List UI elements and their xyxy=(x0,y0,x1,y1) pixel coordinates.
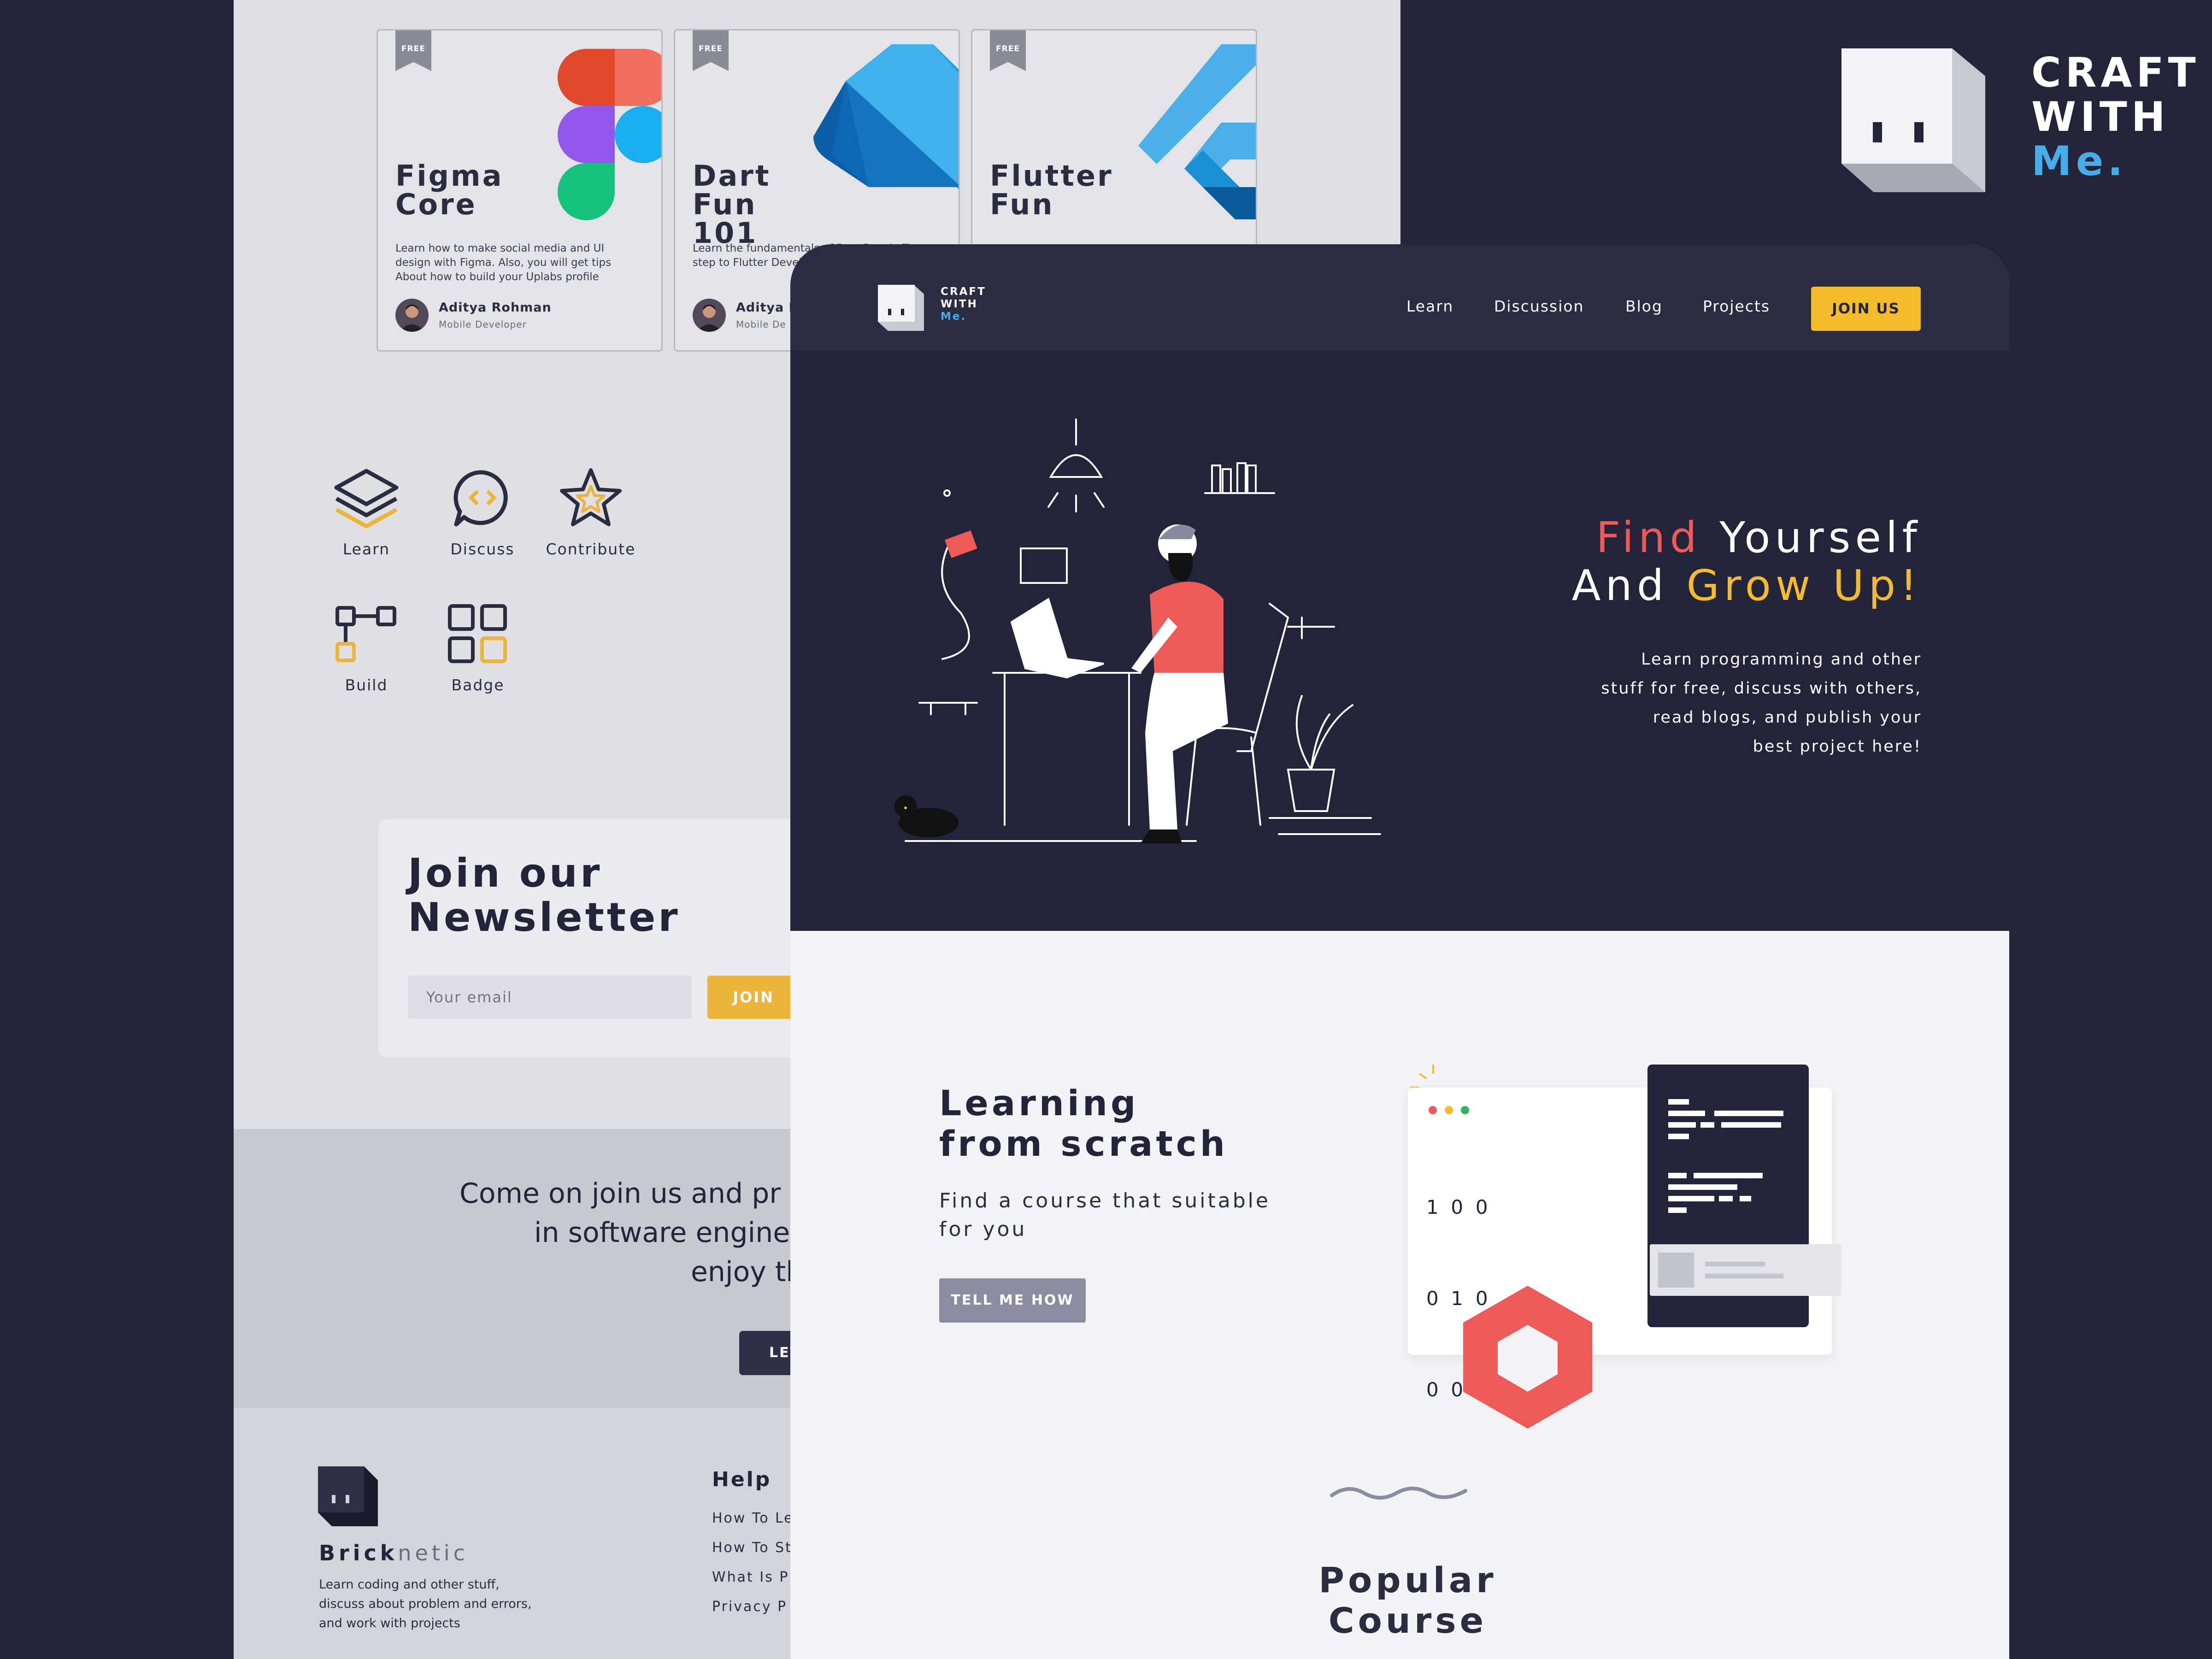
hero-title: Find Yourself And Grow Up! xyxy=(1571,513,1922,610)
free-badge: FREE xyxy=(693,30,729,71)
hero-section: Find Yourself And Grow Up! Learn program… xyxy=(790,350,2009,931)
grid-icon xyxy=(448,604,507,663)
avatar xyxy=(693,299,726,332)
developer-illustration xyxy=(894,418,1381,843)
course-title: Figma Core xyxy=(395,159,504,221)
author-role: Mobile De xyxy=(736,319,786,330)
window-dot-red xyxy=(1429,1106,1437,1114)
preview-card xyxy=(1650,1244,1841,1296)
dart-logo-icon xyxy=(813,44,959,189)
join-us-button[interactable]: JOIN US xyxy=(1811,287,1921,331)
craft-with-me-logo-icon xyxy=(1841,48,1985,192)
feature-learn[interactable]: Learn xyxy=(316,465,417,558)
cta-text-line: Come on join us and pr xyxy=(459,1177,781,1210)
nav-logo-icon[interactable] xyxy=(878,285,924,331)
bricknetic-logo-icon xyxy=(318,1466,378,1526)
preview-thumbnail xyxy=(1658,1253,1694,1288)
course-card-figma[interactable]: FREE Figma Core Learn how to make social… xyxy=(377,29,663,352)
hexagon-icon xyxy=(1463,1286,1592,1429)
free-badge: FREE xyxy=(990,30,1026,71)
feature-label: Learn xyxy=(342,540,390,558)
preview-line xyxy=(1705,1262,1765,1266)
feature-label: Discuss xyxy=(450,540,515,558)
layers-icon xyxy=(334,469,399,529)
learning-illustration: 1 0 0 0 1 0 0 0 1 xyxy=(1408,1065,1841,1429)
nav-wordmark[interactable]: CRAFT WITH Me. xyxy=(941,286,986,323)
course-title: Dart Fun 101 xyxy=(693,159,771,250)
navbar: CRAFT WITH Me. Learn Discussion Blog Pro… xyxy=(790,244,2009,350)
chat-code-icon xyxy=(453,470,508,527)
window-dot-yellow xyxy=(1445,1106,1453,1114)
brand-wordmark: CRAFT WITH Me. xyxy=(2031,49,2200,185)
email-field[interactable] xyxy=(408,976,692,1019)
flutter-logo-icon xyxy=(1138,44,1256,219)
footer-brand: Bricknetic xyxy=(319,1541,469,1565)
cta-text-line: enjoy th xyxy=(691,1256,804,1288)
feature-label: Contribute xyxy=(546,540,636,558)
author-role: Mobile Developer xyxy=(439,319,527,330)
figma-logo-icon xyxy=(558,49,661,220)
feature-build[interactable]: Build xyxy=(316,601,417,694)
window-dot-green xyxy=(1461,1106,1469,1114)
footer-help-title: Help xyxy=(712,1468,772,1491)
nav-link-projects[interactable]: Projects xyxy=(1703,297,1770,315)
nav-link-discussion[interactable]: Discussion xyxy=(1494,297,1584,315)
nav-link-blog[interactable]: Blog xyxy=(1625,297,1663,315)
footer-description: Learn coding and other stuff, discuss ab… xyxy=(319,1577,532,1630)
star-icon xyxy=(560,468,622,526)
newsletter-card: Join our Newsletter JOIN xyxy=(378,819,839,1058)
popular-course-title: Popular Course xyxy=(1318,1559,1497,1641)
newsletter-join-button[interactable]: JOIN xyxy=(707,976,800,1019)
build-icon xyxy=(335,606,396,662)
preview-line xyxy=(1705,1274,1783,1278)
nav-link-learn[interactable]: Learn xyxy=(1406,297,1453,315)
course-description: Learn how to make social media and UI de… xyxy=(395,242,612,283)
footer-help-link[interactable]: How To Le xyxy=(712,1510,794,1526)
feature-label: Badge xyxy=(451,676,505,694)
footer-help-link[interactable]: How To St xyxy=(712,1540,792,1556)
newsletter-title: Join our Newsletter xyxy=(408,850,681,941)
learning-title: Learning from scratch xyxy=(939,1082,1228,1164)
feature-badge[interactable]: Badge xyxy=(427,601,529,694)
tell-me-how-button[interactable]: TELL ME HOW xyxy=(939,1278,1086,1323)
author-name: Aditya Rohman xyxy=(439,300,552,315)
feature-contribute[interactable]: Contribute xyxy=(540,465,641,558)
cta-text-line: in software engine xyxy=(534,1217,790,1249)
feature-discuss[interactable]: Discuss xyxy=(432,465,533,558)
front-page: CRAFT WITH Me. Learn Discussion Blog Pro… xyxy=(790,244,2009,1659)
footer-help-link[interactable]: What Is P xyxy=(712,1569,789,1585)
avatar xyxy=(395,299,429,332)
course-title: Flutter Fun xyxy=(990,159,1113,221)
author-name: Aditya R xyxy=(736,300,799,315)
learning-subtitle: Find a course that suitable for you xyxy=(939,1189,1271,1241)
feature-label: Build xyxy=(345,676,388,694)
hero-subtitle: Learn programming and other stuff for fr… xyxy=(1601,650,1922,756)
footer-help-link[interactable]: Privacy P xyxy=(712,1599,787,1615)
free-badge: FREE xyxy=(395,30,431,71)
squiggle-divider-icon xyxy=(1330,1487,1467,1500)
